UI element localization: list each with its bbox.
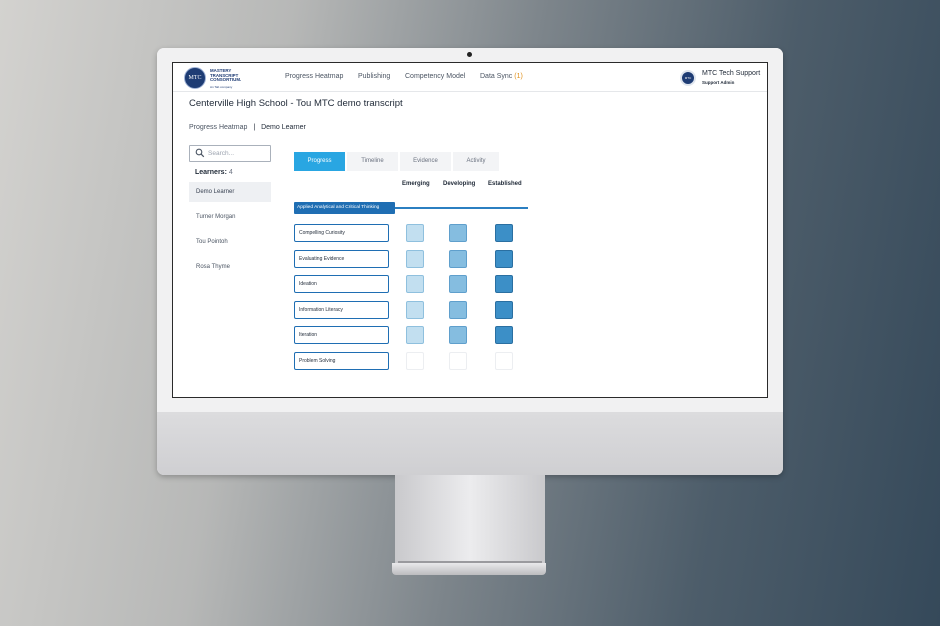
user-name[interactable]: MTC Tech Support [702, 70, 760, 77]
search-box[interactable] [189, 145, 271, 162]
brand-name-line: CONSORTIUM. [210, 77, 242, 83]
brand-tagline: An Tab company [210, 85, 233, 89]
brand-name: MASTERY TRANSCRIPT CONSORTIUM. [210, 68, 260, 83]
heatmap-cell-established[interactable] [495, 224, 513, 242]
breadcrumb-current: Demo Learner [261, 124, 306, 131]
tab-evidence[interactable]: Evidence [400, 152, 451, 171]
learners-label: Learners: [195, 169, 227, 176]
tab-timeline[interactable]: Timeline [347, 152, 398, 171]
nav-data-sync[interactable]: Data Sync (1) [480, 73, 523, 80]
competency-row[interactable]: Iteration [294, 326, 389, 345]
competency-label: Ideation [299, 281, 317, 288]
app-screen: MTC MASTERY TRANSCRIPT CONSORTIUM. An Ta… [172, 62, 768, 398]
heatmap-cell-developing[interactable] [449, 275, 467, 294]
competency-label: Evaluating Evidence [299, 255, 345, 262]
heatmap-cell-established[interactable] [495, 300, 513, 319]
heatmap-cell-developing[interactable] [449, 224, 467, 242]
nav-competency-model[interactable]: Competency Model [405, 73, 465, 80]
competency-label: Problem Solving [299, 358, 336, 364]
monitor-stand [395, 475, 545, 565]
heatmap-cell-developing[interactable] [449, 249, 467, 268]
monitor-chin [157, 412, 783, 475]
heatmap-cell-developing[interactable] [449, 300, 467, 319]
data-sync-count-badge: (1) [514, 73, 523, 80]
top-navigation: MTC MASTERY TRANSCRIPT CONSORTIUM. An Ta… [173, 63, 767, 92]
competency-row[interactable]: Ideation [294, 275, 389, 294]
heatmap-cell-emerging[interactable] [406, 275, 424, 294]
heatmap-cell-established[interactable] [495, 275, 513, 294]
column-header-emerging: Emerging [402, 181, 430, 187]
tab-activity[interactable]: Activity [453, 152, 499, 171]
heatmap-cell-emerging[interactable] [406, 249, 424, 268]
heatmap-cell-established[interactable] [495, 249, 513, 268]
column-header-developing: Developing [443, 181, 476, 187]
competency-label: Information Literacy [299, 306, 343, 313]
brand-logo-icon[interactable]: MTC [184, 67, 206, 89]
section-divider [395, 207, 528, 209]
heatmap-cell-developing[interactable] [449, 326, 467, 345]
breadcrumb-parent-link[interactable]: Progress Heatmap [189, 124, 247, 131]
user-role: Support Admin [702, 80, 735, 85]
competency-section-label[interactable]: Applied Analytical and Critical Thinking [294, 202, 395, 214]
competency-label: Iteration [299, 332, 318, 339]
search-input[interactable] [208, 147, 266, 159]
competency-row[interactable]: Evaluating Evidence [294, 249, 389, 268]
heatmap-cell-established[interactable] [495, 352, 513, 370]
heatmap-cell-emerging[interactable] [406, 352, 424, 370]
heatmap-cell-emerging[interactable] [406, 300, 424, 319]
heatmap-cell-emerging[interactable] [406, 224, 424, 242]
page-title: Centerville High School - Tou MTC demo t… [189, 98, 403, 109]
heatmap-cell-established[interactable] [495, 326, 513, 345]
learners-count: 4 [228, 169, 233, 176]
competency-row[interactable]: Compelling Curiosity [294, 224, 389, 242]
competency-row[interactable]: Problem Solving [294, 352, 389, 370]
heatmap-cell-developing[interactable] [449, 352, 467, 370]
learner-item[interactable]: Tou Pointoh [189, 232, 271, 252]
heatmap-cell-emerging[interactable] [406, 326, 424, 345]
nav-data-sync-label: Data Sync [480, 73, 513, 80]
search-icon [195, 148, 205, 158]
monitor-stand-base [392, 563, 546, 575]
tab-progress[interactable]: Progress [294, 152, 345, 171]
nav-progress-heatmap[interactable]: Progress Heatmap [285, 73, 343, 80]
learner-item[interactable]: Turner Morgan [189, 207, 271, 227]
breadcrumb-separator: | [253, 124, 256, 131]
learner-item[interactable]: Demo Learner [189, 182, 271, 202]
column-header-established: Established [488, 181, 522, 187]
camera-icon [467, 52, 472, 57]
learners-heading: Learners: 4 [195, 169, 233, 176]
breadcrumb: Progress Heatmap | Demo Learner [189, 124, 306, 131]
competency-row[interactable]: Information Literacy [294, 300, 389, 319]
learner-item[interactable]: Rosa Thyme [189, 257, 271, 277]
user-avatar[interactable]: MTC [680, 70, 696, 86]
monitor: MTC MASTERY TRANSCRIPT CONSORTIUM. An Ta… [157, 48, 783, 475]
competency-label: Compelling Curiosity [299, 230, 345, 236]
nav-publishing[interactable]: Publishing [358, 73, 390, 80]
